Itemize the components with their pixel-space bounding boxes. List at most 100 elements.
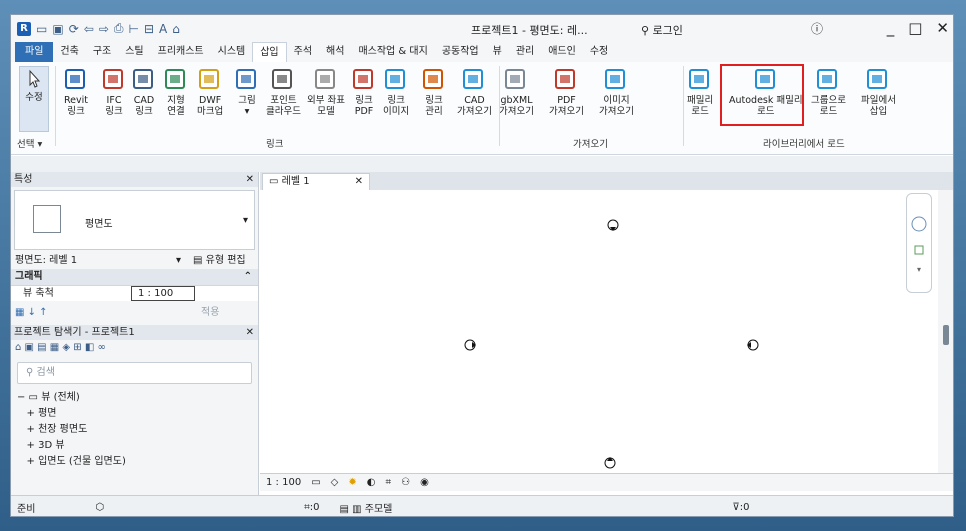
- maximize-button[interactable]: □: [908, 19, 922, 37]
- shadows-icon[interactable]: ◐: [367, 477, 376, 488]
- sort-icon[interactable]: ▦ ↓ ↑: [15, 307, 48, 318]
- measure-icon[interactable]: ⊢: [128, 22, 138, 36]
- ribbon-button-icon: [313, 66, 339, 92]
- redo-icon[interactable]: ⇨: [99, 22, 109, 36]
- ribbon-button[interactable]: 외부 좌표 모델: [307, 66, 345, 117]
- ribbon-tab[interactable]: 구조: [86, 42, 118, 62]
- app-logo-icon[interactable]: R: [17, 21, 31, 36]
- chevron-down-icon[interactable]: ▾: [243, 215, 248, 226]
- view-scale[interactable]: 1 : 100: [266, 477, 301, 488]
- ribbon-button[interactable]: 그룹으로 로드: [811, 66, 846, 117]
- edit-type-button[interactable]: ▤ 유형 편집: [193, 253, 246, 269]
- view-tab[interactable]: ▭ 레벨 1 ✕: [262, 173, 370, 190]
- scrollbar-thumb[interactable]: [943, 325, 949, 345]
- workset-icon[interactable]: ⬡: [95, 502, 104, 513]
- graphics-section[interactable]: 그래픽 ⌃: [11, 269, 258, 285]
- ribbon-button[interactable]: 링크 이미지: [383, 66, 409, 117]
- text-icon[interactable]: A: [159, 22, 167, 36]
- tree-item[interactable]: + 천장 평면도: [11, 422, 258, 438]
- scale-value[interactable]: 1 : 100: [131, 286, 195, 301]
- visual-style-icon[interactable]: ◇: [331, 477, 339, 488]
- ribbon-button-sublabel: 가져오기: [599, 106, 634, 117]
- ribbon-button[interactable]: 지형 연결: [163, 66, 189, 117]
- modify-button[interactable]: 수정: [19, 66, 49, 132]
- ribbon-button[interactable]: 링크 PDF: [351, 66, 377, 117]
- apply-button[interactable]: 적용: [201, 305, 219, 321]
- tree-item[interactable]: − ▭ 뷰 (전체): [11, 390, 258, 406]
- ribbon-button-icon: [163, 66, 189, 92]
- ribbon-button[interactable]: CAD 링크: [131, 66, 157, 117]
- login-button[interactable]: ⚲ 로그인: [641, 22, 683, 38]
- ribbon-tab[interactable]: 프리캐스트: [151, 42, 211, 62]
- close-icon[interactable]: ✕: [355, 174, 363, 190]
- ribbon-button[interactable]: 이미지 가져오기: [599, 66, 634, 117]
- ribbon-tab[interactable]: 공동작업: [435, 42, 486, 62]
- scale-label: 뷰 축척: [23, 288, 54, 299]
- drawing-canvas[interactable]: [260, 190, 938, 473]
- ribbon-tab[interactable]: 수정: [583, 42, 615, 62]
- ribbon-button[interactable]: 포인트 클라우드: [266, 66, 301, 117]
- temp-hide-icon[interactable]: ◉: [420, 477, 429, 488]
- ribbon-button[interactable]: gbXML 가져오기: [499, 66, 534, 117]
- ribbon-tab[interactable]: 파일: [15, 42, 54, 62]
- ribbon-tab[interactable]: 뷰: [486, 42, 509, 62]
- tree-item[interactable]: + 3D 뷰: [11, 438, 258, 454]
- print-icon[interactable]: ⎙: [114, 21, 124, 36]
- help-button[interactable]: ⓘ: [811, 20, 823, 37]
- filter-indicator[interactable]: ⊽:0: [732, 502, 749, 513]
- ribbon-tab[interactable]: 애드인: [541, 42, 583, 62]
- minimize-button[interactable]: _: [887, 19, 895, 37]
- ribbon-tab[interactable]: 삽입: [252, 42, 287, 62]
- ribbon-button[interactable]: DWF 마크업: [197, 66, 223, 117]
- ribbon-button-label: 링크: [387, 95, 405, 106]
- tree-item[interactable]: + 입면도 (건물 입면도): [11, 454, 258, 470]
- navigation-bar[interactable]: ▾: [906, 193, 932, 293]
- ribbon-button[interactable]: 패밀리 로드: [687, 66, 713, 117]
- elevation-marker-west[interactable]: [463, 338, 477, 355]
- ribbon-tab[interactable]: 해석: [319, 42, 351, 62]
- home-icon[interactable]: ⌂: [172, 22, 180, 36]
- ribbon-button[interactable]: IFC 링크: [101, 66, 127, 117]
- elevation-marker-south[interactable]: [603, 456, 617, 473]
- ribbon-button-sublabel: 삽입: [869, 106, 888, 117]
- sun-icon[interactable]: ✹: [348, 477, 356, 488]
- ribbon-tab[interactable]: 스틸: [118, 42, 150, 62]
- crop-icon[interactable]: ⌗: [385, 477, 391, 488]
- close-icon[interactable]: ✕: [246, 172, 254, 187]
- view-selector[interactable]: 평면도: 레벨 1 ▾ ▤ 유형 편집: [11, 253, 258, 269]
- type-selector[interactable]: 평면도 ▾: [14, 190, 255, 250]
- collapse-icon[interactable]: ⌃: [244, 269, 252, 285]
- ribbon-tab[interactable]: 관리: [509, 42, 541, 62]
- sync-icon[interactable]: ⟳: [69, 22, 79, 36]
- ribbon-button[interactable]: Revit 링크: [63, 66, 89, 117]
- ribbon-button[interactable]: CAD 가져오기: [457, 66, 492, 117]
- ribbon-button[interactable]: 링크 관리: [421, 66, 447, 117]
- save-icon[interactable]: ▣: [52, 22, 63, 36]
- ribbon-button[interactable]: 파일에서 삽입: [861, 66, 896, 117]
- undo-icon[interactable]: ⇦: [84, 22, 94, 36]
- open-icon[interactable]: ▭: [36, 22, 47, 36]
- tree-item[interactable]: + 평면: [11, 406, 258, 422]
- elevation-marker-north[interactable]: [606, 218, 620, 235]
- browser-search-input[interactable]: ⚲ 검색: [17, 362, 252, 384]
- model-indicator[interactable]: ▤ ▥ 주모델: [340, 500, 393, 515]
- close-icon[interactable]: ✕: [246, 325, 254, 340]
- left-panel: 특성 ✕ 평면도 ▾ 평면도: 레벨 1 ▾ ▤ 유형 편집 그래픽 ⌃ 뷰 축…: [11, 172, 259, 496]
- ribbon-tab[interactable]: 주석: [287, 42, 319, 62]
- ribbon-button[interactable]: PDF 가져오기: [549, 66, 584, 117]
- reveal-icon[interactable]: ⚇: [401, 477, 410, 488]
- ribbon-tab[interactable]: 건축: [53, 42, 85, 62]
- ribbon-tab[interactable]: 시스템: [211, 42, 253, 62]
- detail-level-icon[interactable]: ▭: [311, 477, 320, 488]
- ribbon-tab[interactable]: 매스작업 & 대지: [351, 42, 434, 62]
- dimension-icon[interactable]: ⊟: [144, 22, 154, 36]
- elevation-marker-east[interactable]: [746, 338, 760, 355]
- ribbon-button-sublabel: 링크: [67, 106, 85, 117]
- ribbon-button-label: 그룹으로: [811, 95, 846, 106]
- ribbon-button[interactable]: 그림 ▾: [234, 66, 260, 117]
- vertical-scrollbar[interactable]: [938, 190, 953, 473]
- browser-tool-icons[interactable]: ⌂ ▣ ▤ ▦ ◈ ⊞ ◧ ∞: [15, 342, 106, 353]
- ribbon-button-icon: [101, 66, 127, 92]
- close-button[interactable]: ✕: [936, 19, 949, 37]
- select-group-label[interactable]: 선택 ▾: [17, 136, 42, 150]
